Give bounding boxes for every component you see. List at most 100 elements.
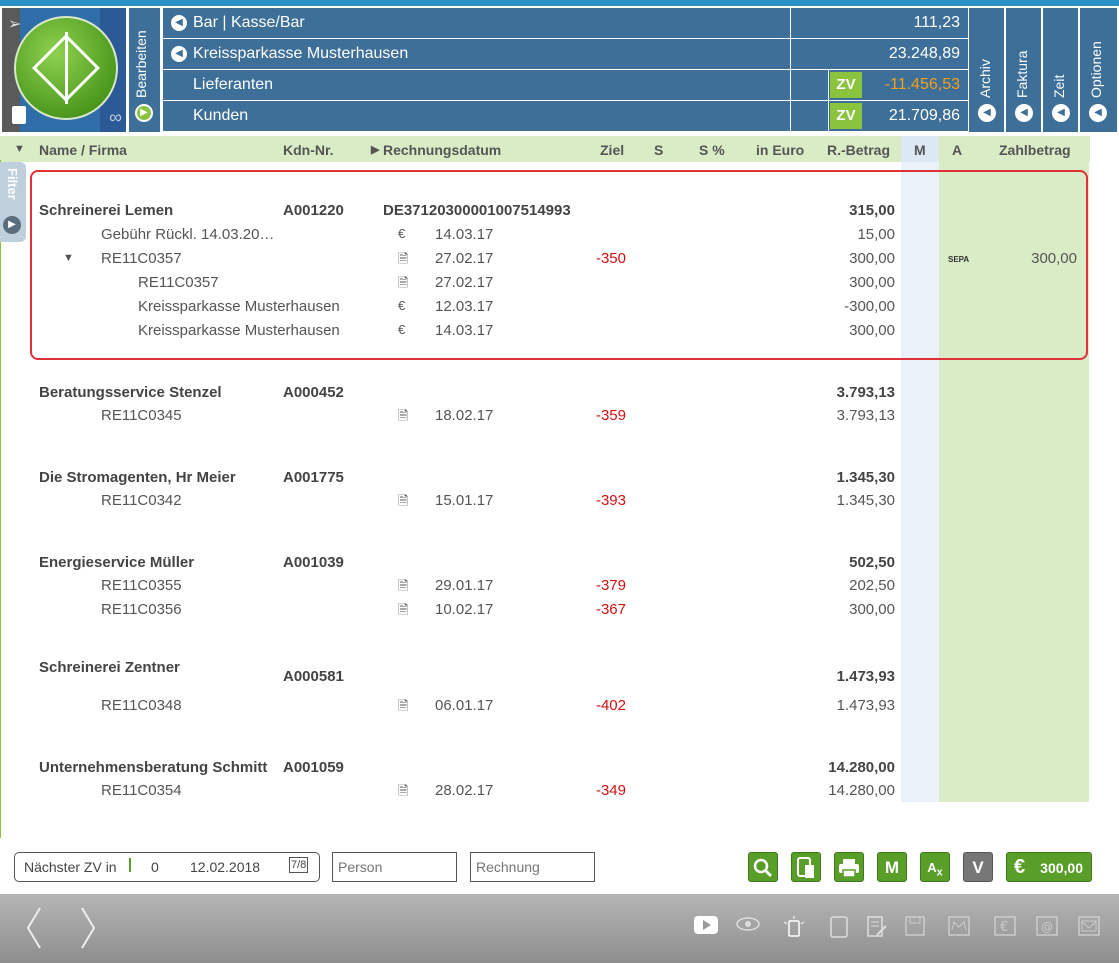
logo-bar [65, 32, 68, 104]
arrow-left-icon[interactable]: ◀ [171, 15, 187, 31]
sort-right-icon[interactable]: ▶ [371, 143, 379, 156]
bearbeiten-tab[interactable]: Bearbeiten ▶ [128, 8, 160, 132]
eye-icon[interactable] [736, 916, 760, 938]
customer-row[interactable]: Schreinerei Lemen A001220 DE371203000010… [0, 200, 1090, 222]
collapse-icon[interactable]: ▼ [63, 252, 74, 264]
account-value: -11.456,53 [884, 76, 960, 93]
invoice-row[interactable]: Kreissparkasse Musterhausen € 14.03.17 3… [0, 320, 1090, 342]
document-icon: 🗎 [398, 578, 409, 593]
search-button[interactable] [748, 852, 778, 882]
crown-icon[interactable] [948, 916, 970, 938]
tab-optionen[interactable]: Optionen ◀ [1079, 8, 1117, 132]
col-kdn[interactable]: Kdn-Nr. [283, 142, 334, 158]
play-icon[interactable]: ▶ [135, 104, 153, 122]
save-icon[interactable] [904, 916, 926, 938]
arrow-left-icon[interactable]: ◀ [1089, 104, 1107, 122]
rechnung-input[interactable] [470, 852, 595, 882]
col-in-euro[interactable]: in Euro [756, 142, 804, 158]
item-label: RE11C0356 [101, 601, 182, 618]
zv-badge[interactable]: ZV [830, 72, 862, 98]
infinity-icon[interactable]: ∞ [109, 107, 122, 128]
col-rechnungsdatum[interactable]: Rechnungsdatum [383, 142, 501, 158]
col-s[interactable]: S [654, 142, 663, 158]
account-row[interactable]: Lieferanten ZV -11.456,53 [163, 70, 968, 100]
arrow-left-icon[interactable]: ◀ [1015, 104, 1033, 122]
document-icon: 🗎 [398, 251, 409, 266]
invoice-row[interactable]: Gebühr Rückl. 14.03.20… € 14.03.17 15,00 [0, 224, 1090, 246]
header: ➢ ∞ Bearbeiten ▶ ◀ Bar | Kasse/Bar 111,2… [0, 6, 1119, 132]
customer-row[interactable]: Die Stromagenten, Hr Meier A001775 1.345… [0, 467, 1090, 489]
arrow-left-icon[interactable]: ◀ [1052, 104, 1070, 122]
person-input[interactable] [332, 852, 457, 882]
item-ziel: -350 [595, 250, 626, 267]
document-icon[interactable] [12, 106, 26, 124]
svg-text:€: € [1000, 920, 1008, 935]
footer-toolbar: Nächster ZV in 0 12.02.2018 7/8 M Ax V €… [0, 838, 1119, 894]
col-a[interactable]: A [952, 142, 962, 158]
customer-number: A000581 [283, 668, 344, 685]
item-ziel: -379 [595, 577, 626, 594]
mail-icon[interactable] [1078, 916, 1100, 938]
col-zahlbetrag[interactable]: Zahlbetrag [999, 142, 1071, 158]
arrow-left-icon[interactable]: ◀ [978, 104, 996, 122]
v-button[interactable]: V [963, 852, 993, 882]
zv-badge[interactable]: ZV [830, 103, 862, 129]
next-zv-date[interactable]: 12.02.2018 [190, 859, 260, 875]
app-logo[interactable]: ➢ ∞ [2, 8, 126, 132]
item-date: 14.03.17 [435, 226, 494, 243]
next-zv-count[interactable]: 0 [151, 859, 159, 875]
invoice-row[interactable]: RE11C0357 🗎 27.02.17 300,00 [0, 272, 1090, 294]
tab-zeit[interactable]: Zeit ◀ [1042, 8, 1078, 132]
tablet-icon[interactable] [828, 916, 850, 938]
calendar-icon[interactable]: 7/8 [289, 857, 309, 873]
invoice-row[interactable]: RE11C0342 🗎 15.01.17 -393 1.345,30 [0, 490, 1090, 512]
separator [828, 70, 829, 100]
col-m[interactable]: M [914, 142, 926, 158]
nav-back-icon[interactable] [24, 906, 44, 950]
account-row[interactable]: ◀ Bar | Kasse/Bar 111,23 [163, 8, 968, 38]
item-date: 12.03.17 [435, 298, 494, 315]
col-r-betrag[interactable]: R.-Betrag [827, 142, 890, 158]
nav-forward-icon[interactable] [78, 906, 98, 950]
arrow-icon[interactable]: ➢ [8, 14, 21, 34]
invoice-row[interactable]: Kreissparkasse Musterhausen € 12.03.17 -… [0, 296, 1090, 318]
arrow-left-icon[interactable]: ◀ [171, 46, 187, 62]
euro-box-icon[interactable]: € [994, 916, 1016, 938]
device-button[interactable] [791, 852, 821, 882]
account-row[interactable]: ◀ Kreissparkasse Musterhausen 23.248,89 [163, 39, 968, 69]
total-payment-button[interactable]: € 300,00 [1006, 852, 1092, 882]
col-s-percent[interactable]: S % [699, 142, 725, 158]
tab-faktura[interactable]: Faktura ◀ [1005, 8, 1041, 132]
invoice-row[interactable]: RE11C0354 🗎 28.02.17 -349 14.280,00 [0, 780, 1090, 802]
invoice-row[interactable]: RE11C0348 🗎 06.01.17 -402 1.473,93 [0, 695, 1090, 717]
customer-row[interactable]: Beratungsservice Stenzel A000452 3.793,1… [0, 382, 1090, 404]
account-name: Bar | Kasse/Bar [193, 14, 305, 31]
device-light-icon[interactable] [782, 916, 805, 938]
edit-document-icon[interactable] [866, 916, 888, 938]
invoice-row[interactable]: RE11C0356 🗎 10.02.17 -367 300,00 [0, 599, 1090, 621]
item-label: RE11C0348 [101, 697, 182, 714]
tab-label: Optionen [1088, 41, 1104, 98]
next-zv-field[interactable]: Nächster ZV in 0 12.02.2018 7/8 [14, 852, 320, 882]
item-zahlbetrag[interactable]: 300,00 [960, 250, 1077, 267]
col-name[interactable]: Name / Firma [39, 142, 127, 158]
at-icon[interactable]: @ [1036, 916, 1058, 938]
sort-down-icon[interactable]: ▼ [14, 143, 25, 155]
customer-row[interactable]: Unternehmensberatung Schmitt A001059 14.… [0, 757, 1090, 779]
font-clear-button[interactable]: Ax [920, 852, 950, 882]
tab-archiv[interactable]: Archiv ◀ [968, 8, 1004, 132]
col-ziel[interactable]: Ziel [600, 142, 624, 158]
document-icon: 🗎 [398, 275, 409, 290]
m-button[interactable]: M [877, 852, 907, 882]
youtube-icon[interactable] [694, 916, 718, 938]
item-amount: 300,00 [849, 322, 895, 339]
customer-summary-row[interactable]: A000581 1.473,93 [0, 666, 1090, 688]
print-button[interactable] [834, 852, 864, 882]
invoice-row[interactable]: RE11C0355 🗎 29.01.17 -379 202,50 [0, 575, 1090, 597]
customer-name: Die Stromagenten, Hr Meier [39, 469, 236, 486]
customer-row[interactable]: Energieservice Müller A001039 502,50 [0, 552, 1090, 574]
invoice-row[interactable]: ▼ RE11C0357 🗎 27.02.17 -350 300,00 SEPA … [0, 248, 1090, 270]
account-row[interactable]: Kunden ZV 21.709,86 [163, 101, 968, 131]
item-ziel: -359 [595, 407, 626, 424]
invoice-row[interactable]: RE11C0345 🗎 18.02.17 -359 3.793,13 [0, 405, 1090, 427]
